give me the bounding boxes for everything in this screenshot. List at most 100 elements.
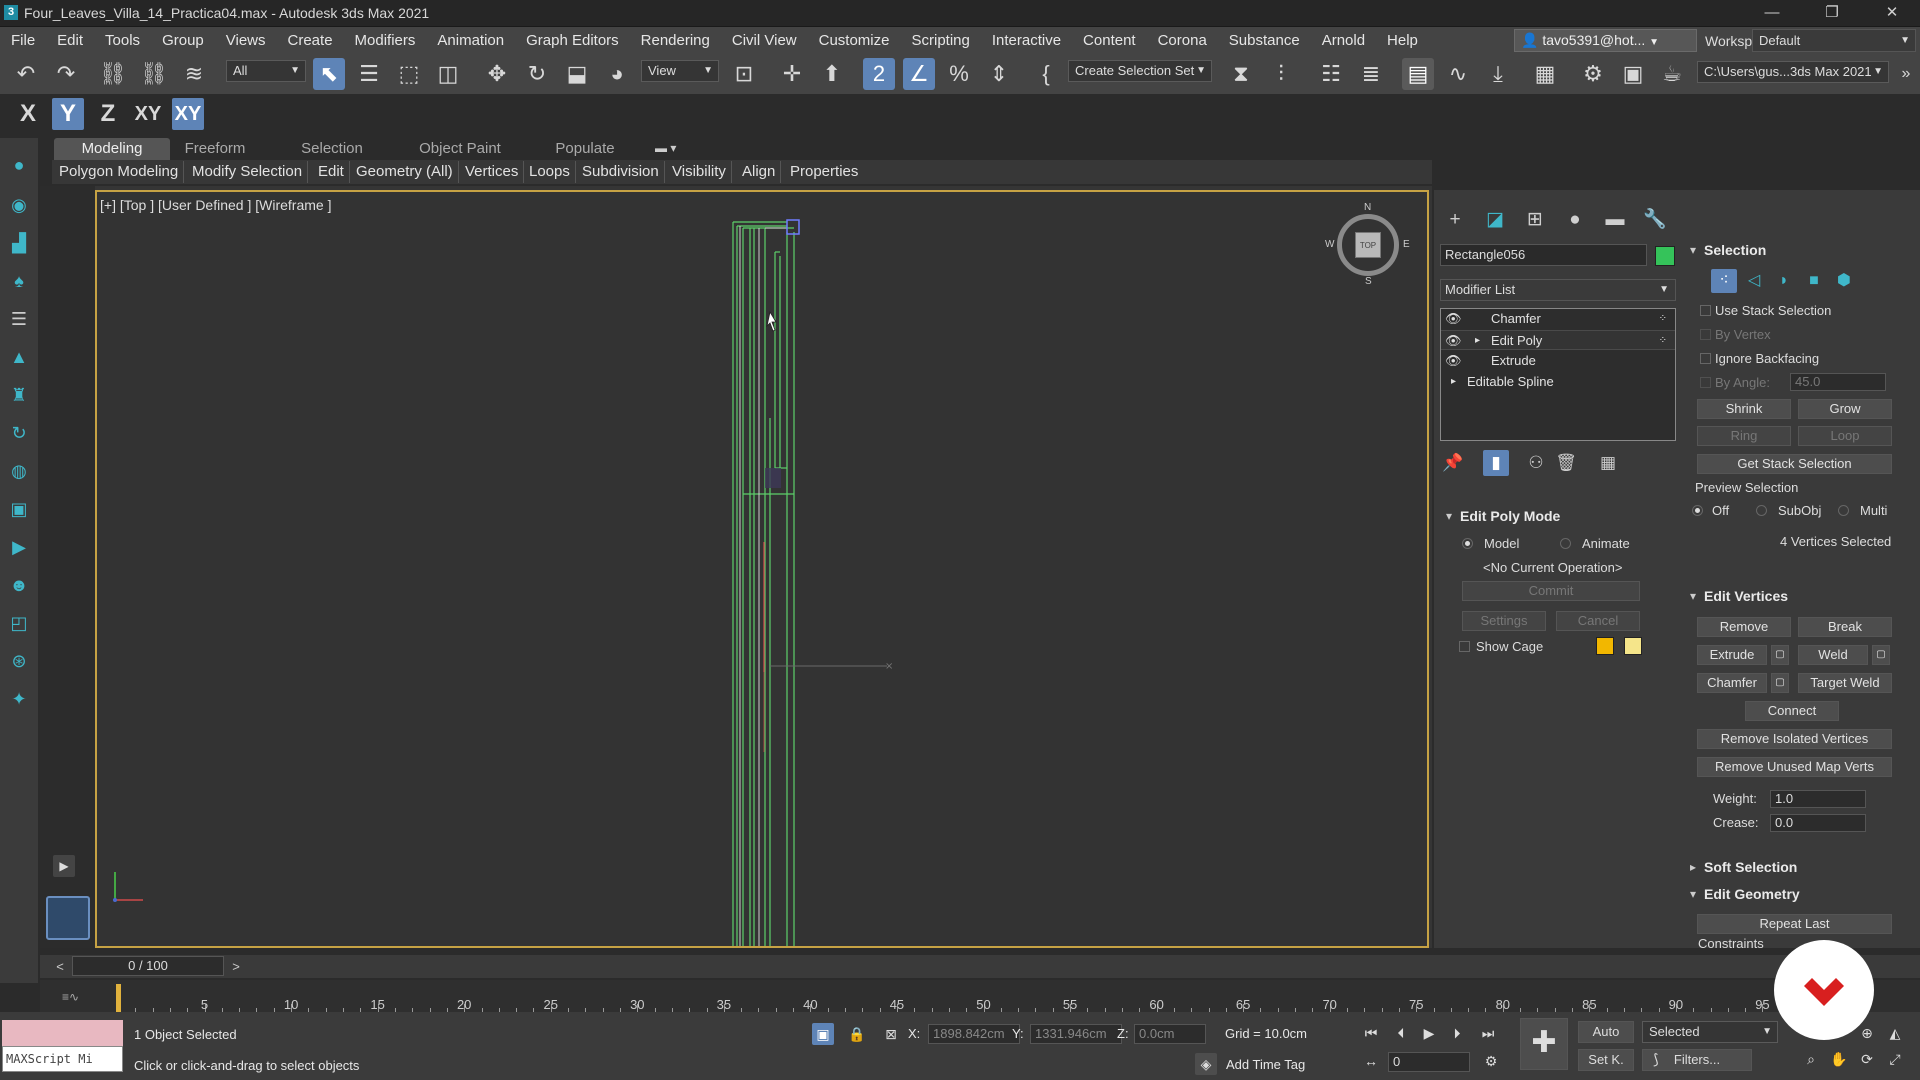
pan-icon[interactable]: ✋ (1828, 1048, 1850, 1070)
render-icon[interactable]: ▶ (6, 534, 32, 560)
axis-xy-cycle-button[interactable]: XY (172, 98, 204, 130)
brush-icon[interactable]: ♠ (6, 268, 32, 294)
curve-editor-icon[interactable]: ∿ (1442, 58, 1474, 90)
repeat-last-button[interactable]: Repeat Last (1697, 914, 1892, 934)
pivot-center-icon[interactable]: ⊡ (728, 58, 760, 90)
render-frame-icon[interactable]: ▣ (1617, 58, 1649, 90)
y-coordinate-field[interactable]: 1331.946cm (1030, 1024, 1122, 1044)
loop-button[interactable]: Loop (1798, 426, 1892, 446)
menu-create[interactable]: Create (277, 27, 344, 54)
bulb-icon[interactable]: ✦ (6, 686, 32, 712)
weld-settings-icon[interactable]: ▢ (1872, 645, 1890, 665)
remove-button[interactable]: Remove (1697, 617, 1791, 637)
crease-spinner[interactable]: 0.0 (1770, 814, 1866, 832)
frame-icon[interactable]: ▣ (6, 496, 32, 522)
menu-arnold[interactable]: Arnold (1311, 27, 1376, 54)
ignore-backfacing-checkbox[interactable] (1700, 353, 1711, 364)
modify-tab-icon[interactable]: ◪ (1480, 207, 1510, 233)
select-manipulate-icon[interactable]: ✛ (776, 58, 808, 90)
axis-y-button[interactable]: Y (52, 98, 84, 130)
ribbon-tab-object-paint[interactable]: Object Paint (410, 138, 510, 160)
remove-modifier-icon[interactable]: 🗑 (1553, 450, 1579, 476)
remove-unused-map-verts-button[interactable]: Remove Unused Map Verts (1697, 757, 1892, 777)
menu-file[interactable]: File (0, 27, 46, 54)
window-crossing-icon[interactable]: ◫ (432, 58, 464, 90)
viewport-layout-thumbnail[interactable] (46, 896, 90, 940)
orbit-icon[interactable]: ⊛ (6, 648, 32, 674)
expand-icon[interactable]: ▸ (1475, 331, 1480, 351)
rollout-selection[interactable]: Selection (1684, 239, 1904, 261)
polygon-mode-icon[interactable]: ■ (1801, 269, 1827, 293)
material-editor-icon[interactable]: ▦ (1529, 58, 1561, 90)
project-path-dropdown[interactable]: C:\Users\gus...3ds Max 2021 ▼ (1697, 61, 1889, 83)
stack-item-extrude[interactable]: 👁 Extrude (1441, 351, 1675, 371)
add-time-tag-button[interactable]: Add Time Tag (1226, 1057, 1305, 1072)
configure-sets-icon[interactable]: ▦ (1595, 450, 1621, 476)
current-frame-field[interactable]: 0 (1388, 1052, 1470, 1072)
layer-explorer-icon[interactable]: ≣ (1355, 58, 1387, 90)
by-angle-checkbox[interactable] (1700, 377, 1711, 388)
ribbon-loops[interactable]: Loops (524, 161, 576, 183)
animate-radio[interactable] (1560, 538, 1571, 549)
rollout-edit-vertices[interactable]: Edit Vertices (1684, 585, 1904, 607)
populate-icon[interactable]: ▟ (6, 230, 32, 256)
utilities-tab-icon[interactable]: 🔧 (1640, 207, 1670, 233)
cage-selected-color-swatch[interactable] (1624, 637, 1642, 655)
vertex-mode-icon[interactable]: ⁖ (1711, 269, 1737, 293)
people-icon[interactable]: ☻ (6, 572, 32, 598)
selection-filter-dropdown[interactable]: All ▼ (226, 60, 306, 82)
axis-z-button[interactable]: Z (92, 98, 124, 130)
ribbon-subdivision[interactable]: Subdivision (577, 161, 665, 183)
ribbon-vertices[interactable]: Vertices (460, 161, 525, 183)
key-filter-dropdown[interactable]: Selected ▼ (1642, 1021, 1778, 1043)
window-icon[interactable]: ◰ (6, 610, 32, 636)
menu-tools[interactable]: Tools (94, 27, 151, 54)
menu-graph-editors[interactable]: Graph Editors (515, 27, 630, 54)
time-slider-thumb[interactable]: 0 / 100 (72, 956, 224, 976)
toolbar-overflow-icon[interactable]: » (1890, 58, 1920, 90)
ribbon-align[interactable]: Align (737, 161, 782, 183)
cancel-button[interactable]: Cancel (1556, 611, 1640, 631)
motion-tab-icon[interactable]: ● (1560, 207, 1590, 233)
go-to-start-icon[interactable]: ⏮ (1360, 1022, 1382, 1044)
use-stack-selection-checkbox[interactable] (1700, 305, 1711, 316)
previous-key-icon[interactable]: ⏴ (1390, 1022, 1412, 1044)
set-key-button[interactable]: Set K. (1578, 1049, 1634, 1071)
stack-item-edit-poly[interactable]: 👁 ▸ Edit Poly ⁘ (1441, 330, 1675, 350)
menu-help[interactable]: Help (1376, 27, 1429, 54)
account-dropdown[interactable]: 👤 tavo5391@hot... ▼ (1514, 29, 1697, 52)
stack-item-editable-spline[interactable]: ▸ Editable Spline (1441, 372, 1675, 392)
menu-scripting[interactable]: Scripting (900, 27, 980, 54)
eye-icon[interactable]: 👁 (1445, 309, 1462, 329)
render-setup-icon[interactable]: ⚙ (1577, 58, 1609, 90)
menu-substance[interactable]: Substance (1218, 27, 1311, 54)
ribbon-properties[interactable]: Properties (785, 161, 863, 183)
modifier-list-dropdown[interactable]: Modifier List ▼ (1440, 279, 1676, 301)
align-icon[interactable]: ⫶ (1265, 58, 1297, 90)
ribbon-options-icon[interactable]: ▬ ▾ (655, 141, 683, 157)
rotate-view-icon[interactable]: ↻ (6, 420, 32, 446)
eye-icon[interactable]: 👁 (1445, 331, 1462, 351)
bind-space-warp-icon[interactable]: ≋ (178, 58, 210, 90)
stack-item-chamfer[interactable]: 👁 Chamfer ⁘ (1441, 309, 1675, 329)
settings-button[interactable]: Settings (1462, 611, 1546, 631)
create-tab-icon[interactable]: + (1440, 207, 1470, 233)
isolate-selection-icon[interactable]: ▣ (812, 1023, 834, 1045)
break-button[interactable]: Break (1798, 617, 1892, 637)
preview-multi-radio[interactable] (1838, 505, 1849, 516)
ribbon-tab-populate[interactable]: Populate (542, 138, 628, 160)
z-coordinate-field[interactable]: 0.0cm (1134, 1024, 1206, 1044)
keyboard-shortcut-icon[interactable]: ⬆ (816, 58, 848, 90)
time-config-icon[interactable]: ⚙ (1480, 1050, 1502, 1072)
drag-handle-icon[interactable]: ⁘ (1659, 309, 1667, 329)
maxscript-mini-listener[interactable]: MAXScript Mi (2, 1046, 123, 1072)
viewport-top[interactable]: × TOP N S E W (95, 190, 1429, 948)
maximize-viewport-icon[interactable]: ⤢ (1884, 1048, 1906, 1070)
border-mode-icon[interactable]: ◗ (1771, 269, 1797, 293)
extrude-button[interactable]: Extrude (1697, 645, 1767, 665)
key-tangent-icon[interactable]: ⟆ (1645, 1048, 1667, 1070)
selection-lock-icon[interactable]: 🔒 (846, 1023, 868, 1045)
ribbon-tab-selection[interactable]: Selection (287, 138, 377, 160)
axis-x-button[interactable]: X (12, 98, 44, 130)
chamfer-settings-icon[interactable]: ▢ (1771, 673, 1789, 693)
